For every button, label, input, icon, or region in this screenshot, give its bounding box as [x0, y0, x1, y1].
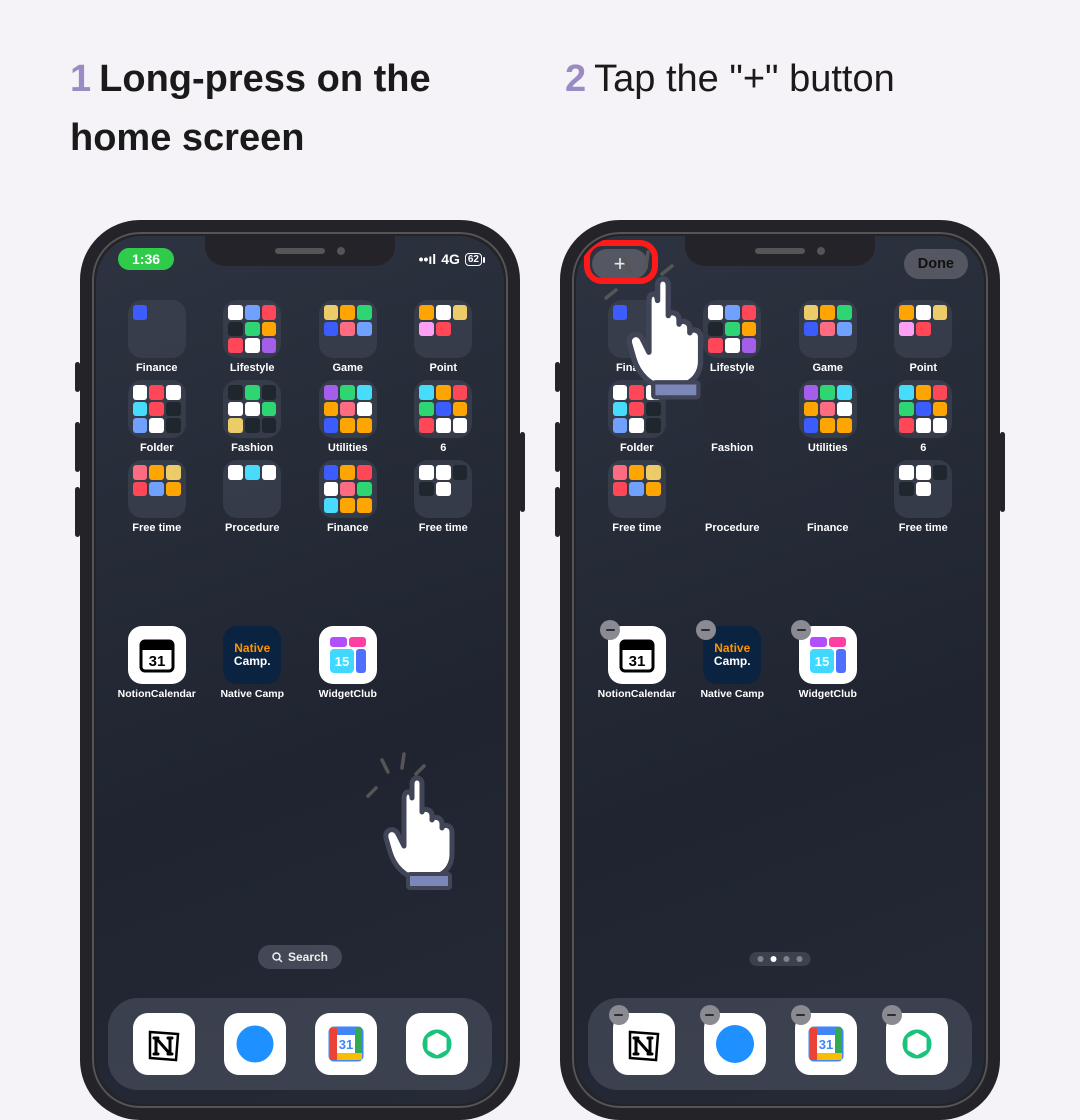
remove-app-button[interactable]: [600, 620, 620, 640]
remove-app-button[interactable]: [609, 1005, 629, 1025]
folder-game[interactable]: [799, 300, 857, 358]
step-1-number: 1: [70, 58, 91, 100]
step-1-text: Long-press on the home screen: [70, 58, 431, 159]
dock: 31: [588, 998, 972, 1090]
app-label: WidgetClub: [799, 688, 857, 700]
app-nativecamp[interactable]: Native Camp.: [223, 626, 281, 684]
folder-label: Free time: [132, 522, 181, 534]
folder-point[interactable]: [894, 300, 952, 358]
folder-finance2[interactable]: [799, 460, 857, 518]
notch: [205, 236, 395, 266]
home-screen-edit-mode[interactable]: + Done Finance Lifestyle Game Point Fold…: [576, 236, 984, 1104]
time-pill[interactable]: 1:36: [118, 248, 174, 270]
folder-freetime[interactable]: [608, 460, 666, 518]
svg-text:31: 31: [148, 653, 165, 670]
tap-gesture: [618, 266, 738, 406]
remove-app-button[interactable]: [791, 1005, 811, 1025]
folder-label: Utilities: [328, 442, 368, 454]
folder-label: Fashion: [711, 442, 753, 454]
folder-label: Procedure: [705, 522, 759, 534]
dock: 31: [108, 998, 492, 1090]
app-widgetclub[interactable]: 15: [319, 626, 377, 684]
folder-6[interactable]: [414, 380, 472, 438]
search-icon: [272, 952, 283, 963]
folder-label: Folder: [620, 442, 654, 454]
step-1-instruction: 1Long-press on the home screen: [70, 50, 515, 168]
phone-left: 1:36 ••ıl 4G 62 Finance Lifestyle Game P…: [80, 220, 520, 1120]
folder-label: Game: [332, 362, 363, 374]
folder-label: Finance: [807, 522, 849, 534]
tap-sparks-icon: [604, 246, 674, 301]
folder-fashion[interactable]: [223, 380, 281, 438]
folder-lifestyle[interactable]: [223, 300, 281, 358]
folder-label: Point: [910, 362, 938, 374]
battery-icon: 62: [465, 253, 482, 266]
folder-label: Lifestyle: [230, 362, 275, 374]
app-label: Native Camp: [700, 688, 764, 700]
folder-freetime2[interactable]: [414, 460, 472, 518]
folder-freetime2[interactable]: [894, 460, 952, 518]
folder-finance2[interactable]: [319, 460, 377, 518]
tap-gesture: [376, 766, 486, 896]
folder-point[interactable]: [414, 300, 472, 358]
home-screen[interactable]: 1:36 ••ıl 4G 62 Finance Lifestyle Game P…: [96, 236, 504, 1104]
dock-app-chatgpt[interactable]: [406, 1013, 468, 1075]
svg-text:15: 15: [335, 654, 349, 669]
done-label: Done: [918, 256, 954, 272]
folder-folder[interactable]: [128, 380, 186, 438]
svg-text:31: 31: [338, 1037, 352, 1052]
done-button[interactable]: Done: [904, 249, 968, 279]
dock-app-notion[interactable]: [133, 1013, 195, 1075]
folder-label: Fashion: [231, 442, 273, 454]
folder-procedure[interactable]: [223, 460, 281, 518]
folder-label: Utilities: [808, 442, 848, 454]
folder-label: Game: [812, 362, 843, 374]
folder-label: 6: [440, 442, 446, 454]
folder-label: Procedure: [225, 522, 279, 534]
folder-label: 6: [920, 442, 926, 454]
folder-utilities[interactable]: [319, 380, 377, 438]
remove-app-button[interactable]: [696, 620, 716, 640]
folder-label: Free time: [899, 522, 948, 534]
svg-text:31: 31: [628, 653, 645, 670]
folder-utilities[interactable]: [799, 380, 857, 438]
folder-freetime[interactable]: [128, 460, 186, 518]
folder-label: Finance: [327, 522, 369, 534]
folder-grid: Finance Lifestyle Game Point Folder Fash…: [96, 292, 504, 534]
folder-label: Finance: [136, 362, 178, 374]
app-label: Native Camp: [220, 688, 284, 700]
folder-label: Point: [430, 362, 458, 374]
svg-text:15: 15: [815, 654, 829, 669]
phone-right: + Done Finance Lifestyle Game Point Fold…: [560, 220, 1000, 1120]
step-2-instruction: 2Tap the "+" button: [515, 50, 1010, 168]
tap-sparks-icon: [366, 748, 426, 798]
app-notioncalendar[interactable]: 31: [128, 626, 186, 684]
dock-app-google-calendar[interactable]: 31: [315, 1013, 377, 1075]
signal-icon: ••ıl: [419, 251, 437, 267]
app-label: NotionCalendar: [118, 688, 196, 700]
svg-text:31: 31: [818, 1037, 832, 1052]
network-label: 4G: [441, 251, 460, 267]
step-2-text: Tap the "+" button: [594, 58, 895, 100]
app-label: WidgetClub: [319, 688, 377, 700]
page-indicator[interactable]: [750, 952, 811, 966]
step-2-number: 2: [565, 58, 586, 100]
app-label: NotionCalendar: [598, 688, 676, 700]
folder-procedure[interactable]: [703, 460, 761, 518]
remove-app-button[interactable]: [882, 1005, 902, 1025]
search-label: Search: [288, 950, 328, 964]
remove-app-button[interactable]: [791, 620, 811, 640]
search-button[interactable]: Search: [258, 945, 342, 969]
folder-label: Folder: [140, 442, 174, 454]
app-row: 31 NotionCalendar Native Camp. Native Ca…: [576, 626, 984, 700]
folder-finance[interactable]: [128, 300, 186, 358]
folder-6[interactable]: [894, 380, 952, 438]
app-row: 31 NotionCalendar Native Camp. Native Ca…: [96, 626, 504, 700]
folder-label: Free time: [419, 522, 468, 534]
folder-game[interactable]: [319, 300, 377, 358]
folder-label: Free time: [612, 522, 661, 534]
dock-app-safari[interactable]: [224, 1013, 286, 1075]
notch: [685, 236, 875, 266]
remove-app-button[interactable]: [700, 1005, 720, 1025]
